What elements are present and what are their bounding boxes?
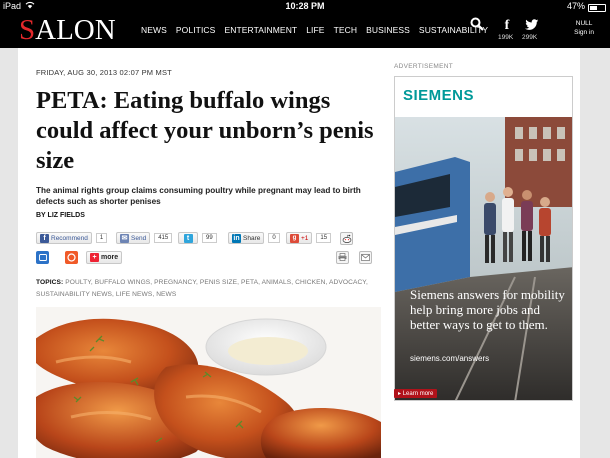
user-name: NULL — [575, 20, 593, 27]
nav-politics[interactable]: POLITICS — [176, 25, 216, 35]
twitter-bird-icon: t — [183, 233, 193, 243]
advertisement-label: ADVERTISEMENT — [394, 63, 454, 70]
tweet-button[interactable]: t — [178, 232, 198, 244]
share-row-2: + more — [36, 250, 123, 264]
reddit-widget — [340, 231, 353, 245]
stumbleupon-icon[interactable] — [65, 250, 78, 264]
page-margin — [580, 48, 610, 458]
battery-percent: 47% — [566, 1, 585, 11]
send-button[interactable]: ✉ Send — [116, 232, 151, 244]
battery-icon — [588, 3, 606, 12]
print-email-row — [336, 250, 372, 264]
print-icon[interactable] — [336, 250, 349, 264]
send-count: 415 — [154, 233, 173, 243]
tweet-widget: t 99 — [178, 232, 217, 244]
clock: 10:28 PM — [285, 1, 325, 11]
nav-business[interactable]: BUSINESS — [366, 25, 410, 35]
sidebar: ADVERTISEMENT SIEMENS Siemens answers fo… — [385, 48, 580, 458]
article-column: FRIDAY, AUG 30, 2013 02:07 PM MST PETA: … — [18, 48, 385, 458]
nav-life[interactable]: LIFE — [306, 25, 324, 35]
article-dateline: FRIDAY, AUG 30, 2013 02:07 PM MST — [36, 68, 172, 77]
linkedin-label: Share — [243, 234, 261, 242]
twitter-count: 299K — [522, 34, 538, 41]
learn-more-label: Learn more — [402, 391, 434, 397]
gplus-count: 15 — [316, 233, 332, 243]
linkedin-share-button[interactable]: in Share — [228, 232, 265, 244]
topics-list[interactable]: POULTY, BUFFALO WINGS, PREGNANCY, PENIS … — [36, 279, 368, 298]
email-icon[interactable] — [359, 250, 372, 264]
siemens-logo: SIEMENS — [403, 87, 475, 104]
tweet-count: 99 — [202, 233, 217, 243]
facebook-icon: f — [40, 233, 49, 243]
nav-news[interactable]: NEWS — [141, 25, 167, 35]
topics-label: TOPICS: — [36, 279, 64, 286]
learn-more-button[interactable]: ▸ Learn more — [394, 389, 438, 398]
facebook-icon[interactable]: f — [500, 18, 514, 34]
signin-link[interactable]: Sign in — [574, 28, 594, 37]
linkedin-count: 0 — [268, 233, 280, 243]
gplus-label: +1 — [301, 234, 309, 242]
siemens-ad[interactable]: SIEMENS Siemens answers for mobility hel… — [394, 76, 573, 401]
digg-icon[interactable] — [36, 250, 49, 264]
ad-url: siemens.com/answers — [410, 354, 490, 363]
ios-status-bar: iPad 10:28 PM 47% — [0, 0, 610, 13]
more-label: more — [101, 253, 119, 261]
article-dek: The animal rights group claims consuming… — [36, 186, 361, 206]
recommend-count: 1 — [95, 233, 108, 243]
logo-rest: ALON — [35, 14, 116, 46]
ad-copy: Siemens answers for mobility help bring … — [410, 287, 565, 332]
article-byline[interactable]: BY LIZ FIELDS — [36, 212, 85, 219]
search-icon[interactable] — [470, 17, 484, 36]
gplus-widget: g +1 15 — [286, 232, 332, 244]
facebook-send-widget: ✉ Send 415 — [116, 232, 173, 244]
buffalo-wings-photo — [36, 307, 381, 458]
logo-initial: S — [19, 14, 36, 46]
site-header: SALON NEWS POLITICS ENTERTAINMENT LIFE T… — [0, 13, 610, 48]
article-topics: TOPICS: POULTY, BUFFALO WINGS, PREGNANCY… — [36, 277, 381, 301]
plus-icon: + — [90, 252, 99, 262]
gplus-icon: g — [290, 233, 299, 243]
reddit-icon[interactable] — [340, 231, 353, 245]
linkedin-widget: in Share 0 — [228, 232, 280, 244]
recommend-button[interactable]: f Recommend — [36, 232, 92, 244]
facebook-recommend-widget: f Recommend 1 — [36, 232, 108, 244]
account-area[interactable]: NULL Sign in — [574, 19, 594, 37]
main-nav: NEWS POLITICS ENTERTAINMENT LIFE TECH BU… — [141, 25, 488, 35]
facebook-count: 199K — [498, 34, 514, 41]
nav-entertainment[interactable]: ENTERTAINMENT — [224, 25, 297, 35]
gplus-button[interactable]: g +1 — [286, 232, 313, 244]
more-share-button[interactable]: + more — [86, 250, 123, 264]
send-icon: ✉ — [120, 233, 129, 243]
send-label: Send — [131, 234, 147, 242]
recommend-label: Recommend — [51, 234, 88, 242]
linkedin-icon: in — [232, 233, 241, 243]
salon-logo[interactable]: SALON — [19, 15, 116, 45]
article-headline: PETA: Eating buffalo wings could affect … — [36, 87, 374, 174]
arrow-right-icon: ▸ — [398, 391, 402, 397]
nav-tech[interactable]: TECH — [334, 25, 358, 35]
browser-screen: iPad 10:28 PM 47% SALON NEWS POLITICS EN… — [0, 0, 610, 458]
